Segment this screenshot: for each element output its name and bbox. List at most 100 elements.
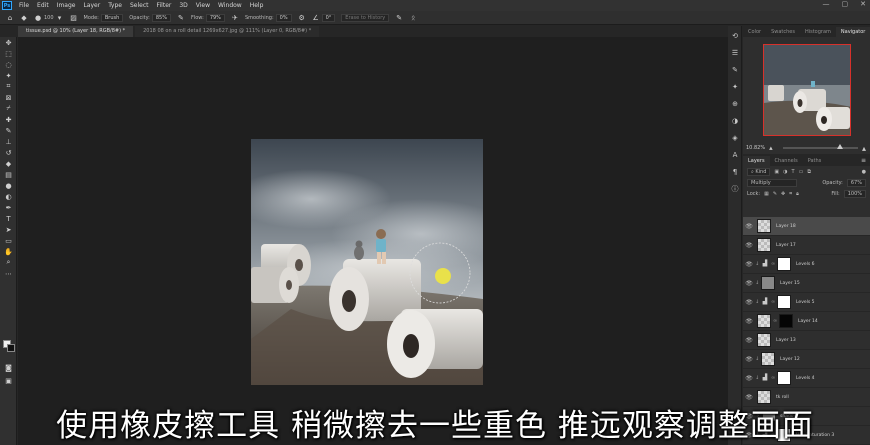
visibility-eye-icon[interactable]: 👁︎ bbox=[743, 223, 755, 230]
frame-tool-icon[interactable]: ⊠ bbox=[0, 92, 17, 103]
layer-thumbnail[interactable] bbox=[757, 333, 771, 347]
blend-mode-select[interactable]: Multiply bbox=[747, 178, 797, 187]
visibility-eye-icon[interactable]: 👁︎ bbox=[743, 356, 755, 363]
gradient-tool-icon[interactable]: ▤ bbox=[0, 169, 17, 180]
lock-all-icon[interactable]: 🔒︎ bbox=[796, 191, 799, 197]
visibility-eye-icon[interactable]: 👁︎ bbox=[743, 280, 755, 287]
navigator-preview[interactable] bbox=[763, 44, 851, 136]
filter-shape-icon[interactable]: ▭ bbox=[799, 169, 804, 175]
clone-stamp-tool-icon[interactable]: ⊥ bbox=[0, 136, 17, 147]
opacity-input[interactable]: 85% bbox=[151, 13, 171, 22]
layer-row[interactable]: 👁︎ ∞ Layer 14 bbox=[743, 312, 870, 331]
layer-thumbnail[interactable] bbox=[757, 314, 771, 328]
layer-thumbnail[interactable] bbox=[757, 219, 771, 233]
layer-thumbnail[interactable] bbox=[757, 238, 771, 252]
eraser-tool-icon[interactable]: ◆ bbox=[0, 158, 17, 169]
filter-adjustment-icon[interactable]: ◑ bbox=[783, 169, 787, 175]
visibility-eye-icon[interactable]: 👁︎ bbox=[743, 318, 755, 325]
layer-fill-input[interactable]: 100% bbox=[843, 189, 866, 198]
menu-item-select[interactable]: Select bbox=[126, 2, 153, 9]
gear-icon[interactable]: ⚙ bbox=[298, 14, 306, 22]
quick-select-tool-icon[interactable]: ✦ bbox=[0, 70, 17, 81]
background-color-swatch[interactable] bbox=[7, 344, 15, 352]
mode-select[interactable]: Brush bbox=[100, 13, 124, 22]
layer-thumbnail[interactable] bbox=[761, 352, 775, 366]
symmetry-icon[interactable]: ᛟ bbox=[409, 14, 417, 22]
layer-thumbnail[interactable] bbox=[757, 390, 771, 404]
tab-color[interactable]: Color bbox=[743, 27, 766, 37]
pressure-size-icon[interactable]: ✎ bbox=[395, 14, 403, 22]
tab-roll-detail[interactable]: 2018 08 on a roll detail 1269x627.jpg @ … bbox=[135, 26, 320, 37]
crop-tool-icon[interactable]: ⌗ bbox=[0, 81, 17, 92]
tab-layers[interactable]: Layers bbox=[743, 155, 770, 166]
character-panel-icon[interactable]: A bbox=[728, 148, 742, 162]
move-tool-icon[interactable]: ✥ bbox=[0, 37, 17, 48]
menu-item-layer[interactable]: Layer bbox=[79, 2, 104, 9]
zoom-slider[interactable] bbox=[782, 144, 858, 149]
lock-artboard-icon[interactable]: ⌗ bbox=[789, 191, 792, 197]
menu-item-view[interactable]: View bbox=[192, 2, 214, 9]
close-button[interactable]: ✕ bbox=[860, 0, 866, 8]
brush-settings-icon[interactable]: ▨ bbox=[70, 14, 78, 22]
layer-row[interactable]: 👁︎ Layer 17 bbox=[743, 236, 870, 255]
menu-item-type[interactable]: Type bbox=[104, 2, 126, 9]
lock-position-icon[interactable]: ✥ bbox=[781, 191, 785, 197]
tab-swatches[interactable]: Swatches bbox=[766, 27, 800, 37]
menu-item-file[interactable]: File bbox=[15, 2, 33, 9]
menu-item-help[interactable]: Help bbox=[246, 2, 268, 9]
layer-thumbnail[interactable] bbox=[761, 276, 775, 290]
layer-row[interactable]: 👁︎ ↓ ▟ ∞ Levels 5 bbox=[743, 293, 870, 312]
lasso-tool-icon[interactable]: ◌ bbox=[0, 59, 17, 70]
clone-source-panel-icon[interactable]: ⊕ bbox=[728, 97, 742, 111]
layer-opacity-input[interactable]: 67% bbox=[846, 178, 866, 187]
filter-kind-select[interactable]: ⌕ Kind bbox=[747, 167, 771, 176]
brushes-panel-icon[interactable]: ✦ bbox=[728, 80, 742, 94]
visibility-eye-icon[interactable]: 👁︎ bbox=[743, 242, 755, 249]
layer-thumbnail[interactable] bbox=[777, 257, 791, 271]
properties-panel-icon[interactable]: ☰ bbox=[728, 46, 742, 60]
home-icon[interactable]: ⌂ bbox=[6, 14, 14, 22]
layer-row[interactable]: 👁︎ Layer 13 bbox=[743, 331, 870, 350]
visibility-eye-icon[interactable]: 👁︎ bbox=[743, 261, 755, 268]
smoothing-input[interactable]: 0% bbox=[275, 13, 292, 22]
path-selection-tool-icon[interactable]: ➤ bbox=[0, 224, 17, 235]
menu-item-3d[interactable]: 3D bbox=[175, 2, 191, 9]
layer-mask-thumbnail[interactable] bbox=[779, 314, 793, 328]
layer-thumbnail[interactable] bbox=[777, 371, 791, 385]
zoom-out-icon[interactable]: ▴ bbox=[769, 144, 773, 152]
filter-type-icon[interactable]: T bbox=[792, 169, 795, 175]
layer-row[interactable]: 👁︎ ↓ Layer 12 bbox=[743, 350, 870, 369]
hand-tool-icon[interactable]: ✋ bbox=[0, 246, 17, 257]
filter-pixel-icon[interactable]: ▣ bbox=[774, 169, 779, 175]
pen-tool-icon[interactable]: ✒ bbox=[0, 202, 17, 213]
menu-item-edit[interactable]: Edit bbox=[33, 2, 53, 9]
healing-brush-tool-icon[interactable]: ✚ bbox=[0, 114, 17, 125]
visibility-eye-icon[interactable]: 👁︎ bbox=[743, 337, 755, 344]
layer-row[interactable]: 👁︎ ↓ ▟ ∞ Levels 6 bbox=[743, 255, 870, 274]
filter-smart-object-icon[interactable]: ⧉ bbox=[807, 169, 811, 175]
screen-mode-icon[interactable]: ▣ bbox=[0, 375, 17, 386]
quick-mask-icon[interactable]: ◙ bbox=[0, 362, 17, 373]
layer-row[interactable]: 👁︎ ↓ Layer 15 bbox=[743, 274, 870, 293]
airbrush-icon[interactable]: ✈ bbox=[231, 14, 239, 22]
blur-tool-icon[interactable]: ● bbox=[0, 180, 17, 191]
dodge-tool-icon[interactable]: ◐ bbox=[0, 191, 17, 202]
adjustments-panel-icon[interactable]: ◑ bbox=[728, 114, 742, 128]
canvas-area[interactable] bbox=[18, 37, 740, 445]
zoom-slider-handle[interactable] bbox=[836, 144, 843, 149]
rectangle-tool-icon[interactable]: ▭ bbox=[0, 235, 17, 246]
visibility-eye-icon[interactable]: 👁︎ bbox=[743, 299, 755, 306]
angle-input[interactable]: 0° bbox=[321, 13, 336, 22]
layer-thumbnail[interactable] bbox=[777, 295, 791, 309]
info-panel-icon[interactable]: ⓘ bbox=[728, 182, 742, 196]
tab-tissue-psd[interactable]: tissue.psd @ 10% (Layer 18, RGB/8#) * bbox=[18, 26, 134, 37]
tab-channels[interactable]: Channels bbox=[770, 156, 803, 166]
panel-menu-icon[interactable]: ≡ bbox=[861, 157, 866, 164]
brush-preset-picker[interactable]: ● 100 ▾ bbox=[34, 14, 64, 22]
erase-to-history-checkbox[interactable]: Erase to History bbox=[341, 13, 390, 22]
visibility-eye-icon[interactable]: 👁︎ bbox=[743, 394, 755, 401]
layer-row[interactable]: 👁︎ Layer 18 bbox=[743, 217, 870, 236]
brush-settings-panel-icon[interactable]: ✎ bbox=[728, 63, 742, 77]
marquee-tool-icon[interactable]: ⬚ bbox=[0, 48, 17, 59]
lock-transparency-icon[interactable]: ▦ bbox=[764, 191, 769, 197]
